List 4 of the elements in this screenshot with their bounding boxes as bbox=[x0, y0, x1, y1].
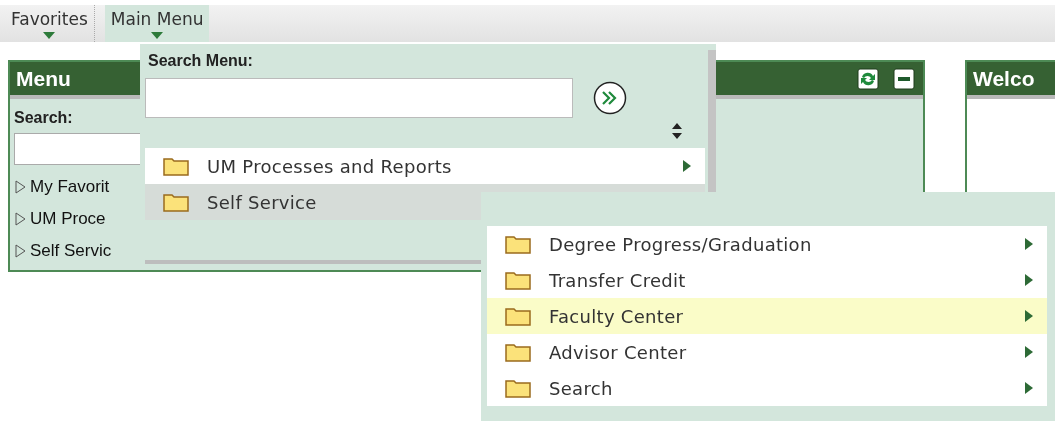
search-menu-label: Search Menu: bbox=[148, 52, 254, 70]
pagelet-title: Welco bbox=[973, 66, 1035, 91]
search-label: Search: bbox=[14, 109, 74, 127]
pagelet-title: Menu bbox=[16, 66, 71, 91]
